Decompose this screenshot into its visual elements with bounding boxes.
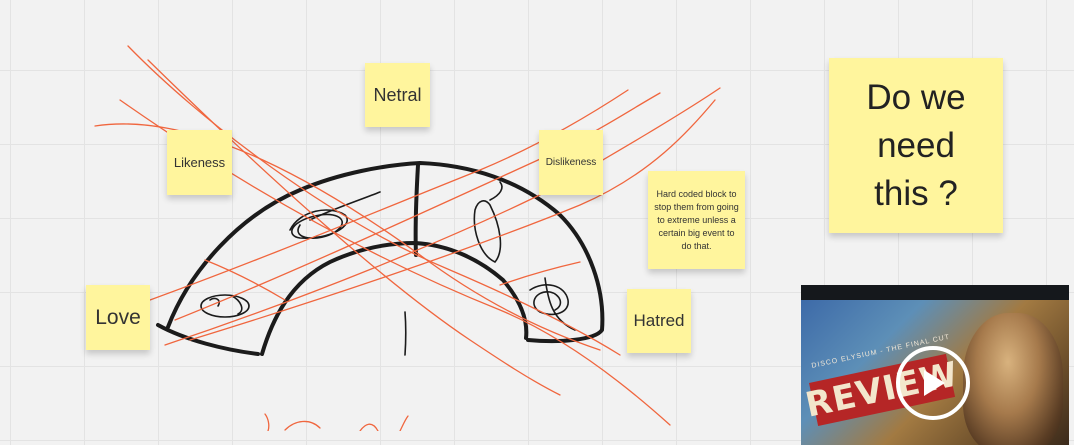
video-thumbnail-portrait [963, 313, 1063, 445]
play-icon [924, 370, 945, 396]
sticky-note-text: Hatred [633, 311, 685, 330]
sticky-note-question[interactable]: Do we need this ? [829, 58, 1003, 233]
video-embed[interactable]: DISCO ELYSIUM - THE FINAL CUT REVIEW [801, 285, 1069, 445]
sticky-note-text: Do we need this ? [866, 77, 966, 213]
sticky-note-hard-coded-block[interactable]: Hard coded block to stop them from going… [648, 171, 745, 269]
sticky-note-text: Dislikeness [545, 157, 597, 168]
sticky-note-text: Likeness [173, 155, 226, 170]
sticky-note-netral[interactable]: Netral [365, 63, 430, 127]
sticky-note-dislikeness[interactable]: Dislikeness [539, 130, 603, 195]
sticky-note-text: Netral [373, 84, 422, 105]
sticky-note-text: Love [95, 305, 141, 329]
sticky-note-love[interactable]: Love [86, 285, 150, 350]
sticky-note-likeness[interactable]: Likeness [167, 130, 232, 195]
play-button[interactable] [896, 346, 970, 420]
sticky-note-text: Hard coded block to stop them from going… [654, 188, 739, 251]
sticky-note-hatred[interactable]: Hatred [627, 289, 691, 353]
arch-scribbles [200, 181, 576, 356]
